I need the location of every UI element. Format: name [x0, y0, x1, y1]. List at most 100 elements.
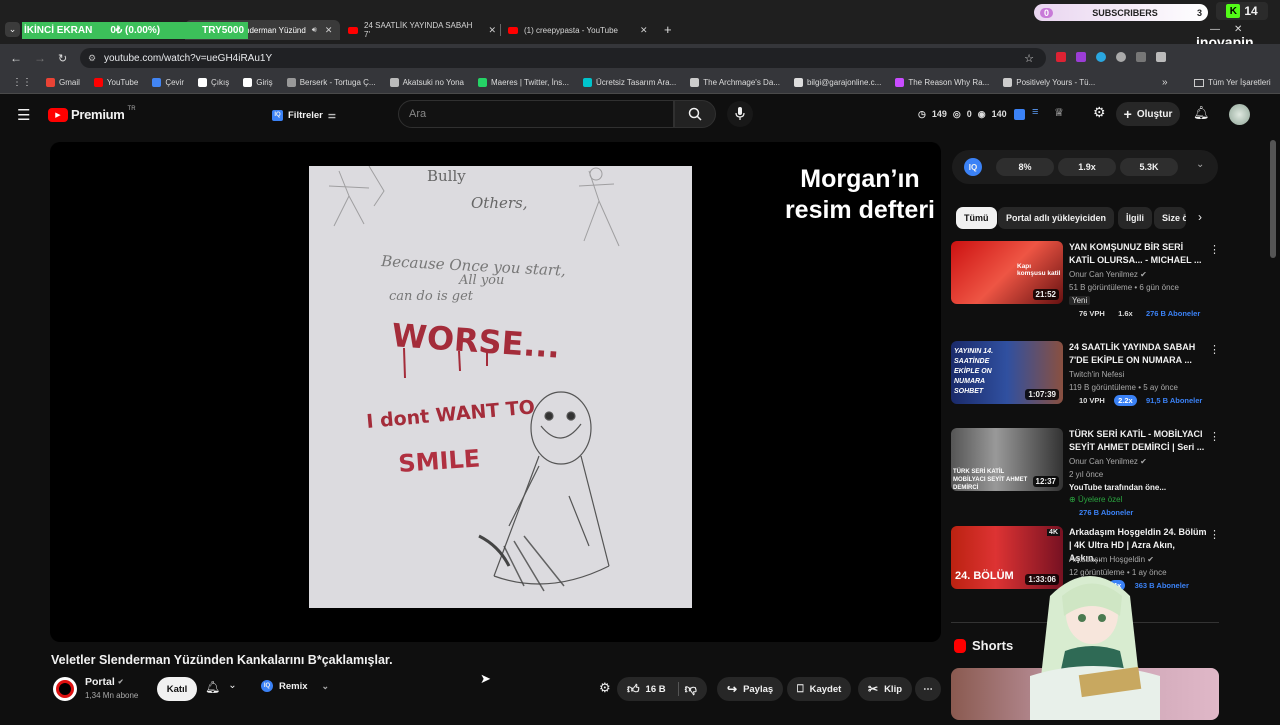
- recommendation-channel[interactable]: Onur Can Yenilmez ✔: [1069, 457, 1147, 466]
- video-player[interactable]: Bully Others, Because Once you start, Al…: [50, 142, 941, 642]
- youtube-logo[interactable]: ▶ Premium TR: [48, 106, 136, 122]
- avatar[interactable]: [1229, 104, 1250, 125]
- forward-icon[interactable]: →: [34, 51, 46, 65]
- thumbs-up-icon[interactable]: 👍︎: [627, 682, 640, 697]
- apps-icon[interactable]: ⋮⋮: [12, 77, 32, 88]
- create-button[interactable]: + Oluştur: [1116, 102, 1180, 126]
- tab-3[interactable]: (1) creepypasta - YouTube ✕: [508, 20, 656, 40]
- clock-icon: ◷: [918, 109, 926, 119]
- shorts-label: Shorts: [972, 638, 1014, 653]
- video-thumbnail[interactable]: Kapı komşusu katil 21:52: [951, 241, 1063, 304]
- bookmark-item[interactable]: Gmail: [46, 78, 80, 87]
- extension-gear-icon[interactable]: ⚙: [1093, 104, 1106, 121]
- extension-icon[interactable]: [1056, 52, 1066, 62]
- bookmark-item[interactable]: Giriş: [243, 78, 273, 87]
- save-button[interactable]: ⎕ Kaydet: [787, 677, 852, 701]
- overlay-title-line2: resim defteri: [784, 196, 935, 224]
- channel-avatar[interactable]: [53, 677, 77, 701]
- extension-icon[interactable]: [1136, 52, 1146, 62]
- remix-label: Remix: [279, 680, 308, 692]
- share-button[interactable]: ↪ Paylaş: [717, 677, 784, 701]
- remix-button[interactable]: IQ Remix ⌄: [261, 680, 329, 692]
- filters-button[interactable]: IQ Filtreler ⚌: [272, 105, 336, 125]
- extensions-puzzle-icon[interactable]: [1156, 52, 1166, 62]
- recommendation-channel[interactable]: Twitch'in Nefesi: [1069, 370, 1124, 379]
- recommendation-stats: 276 B Aboneler: [1075, 508, 1140, 517]
- tab-2[interactable]: 24 SAATLİK YAYINDA SABAH 7' ✕: [348, 20, 496, 40]
- bookmark-favicon-icon: [690, 78, 700, 87]
- channel-label: Onur Can Yenilmez: [1069, 270, 1138, 279]
- url-text: youtube.com/watch?v=ueGH4iRAu1Y: [104, 52, 273, 64]
- extension-icon[interactable]: [1116, 52, 1126, 62]
- video-thumbnail[interactable]: TÜRK SERİ KATİL MOBİLYACI SEYİT AHMET DE…: [951, 428, 1063, 491]
- bookmark-item[interactable]: The Archmage's Da...: [690, 78, 780, 87]
- extension-icon[interactable]: [1076, 52, 1086, 62]
- chip-from-uploader[interactable]: Portal adlı yükleyiciden: [998, 207, 1115, 229]
- trophy-icon[interactable]: ♕: [1054, 106, 1064, 119]
- tab-close-icon[interactable]: ✕: [640, 25, 648, 36]
- back-icon[interactable]: ←: [10, 51, 22, 65]
- recommendation-channel[interactable]: Onur Can Yenilmez ✔: [1069, 270, 1147, 279]
- bookmark-item[interactable]: Maeres | Twitter, İns...: [477, 78, 569, 87]
- tab-close-icon[interactable]: ✕: [488, 25, 496, 36]
- search-input[interactable]: Ara: [398, 100, 674, 128]
- join-button[interactable]: Katıl: [157, 677, 197, 701]
- recommendation-title[interactable]: 24 SAATLİK YAYINDA SABAH 7'DE EKİPLE ON …: [1069, 341, 1209, 367]
- recommendation-title[interactable]: TÜRK SERİ KATİL - MOBİLYACI SEYİT AHMET …: [1069, 428, 1209, 454]
- tab-search-button[interactable]: ⌄: [5, 22, 20, 37]
- tab-audio-icon[interactable]: 🔊︎: [312, 25, 317, 35]
- clip-button[interactable]: ✂ Klip: [858, 677, 913, 701]
- bookmark-star-icon[interactable]: ☆: [1024, 52, 1034, 65]
- chevron-down-icon[interactable]: ⌄: [1196, 159, 1204, 170]
- more-vertical-icon[interactable]: ⋮: [1209, 430, 1220, 443]
- url-field[interactable]: ⚙ youtube.com/watch?v=ueGH4iRAu1Y ☆: [80, 48, 1046, 68]
- notification-bell-button[interactable]: 🔔︎ ⌄: [205, 680, 237, 694]
- video-thumbnail[interactable]: YAYININ 14. SAATİNDE EKİPLE ON NUMARA SO…: [951, 341, 1063, 404]
- menu-icon[interactable]: ☰: [17, 106, 30, 124]
- recommendation-item[interactable]: TÜRK SERİ KATİL MOBİLYACI SEYİT AHMET DE…: [951, 428, 1221, 517]
- site-info-icon[interactable]: ⚙: [88, 53, 96, 64]
- like-dislike-button[interactable]: 👍︎ 16 B 👎︎: [617, 677, 707, 701]
- bookmark-item[interactable]: The Reason Why Ra...: [895, 78, 989, 87]
- bookmark-item[interactable]: Çıkış: [198, 78, 229, 87]
- notifications-bell-icon[interactable]: 🔔︎: [1193, 105, 1210, 121]
- bookmarks-overflow-icon[interactable]: »: [1162, 77, 1168, 88]
- thumbs-down-icon[interactable]: 👎︎: [685, 682, 697, 697]
- extension-icon[interactable]: [1096, 52, 1106, 62]
- chip-for-you[interactable]: Size ö: [1154, 207, 1186, 229]
- bookmark-item[interactable]: Akatsuki no Yona: [389, 78, 464, 87]
- youtube-favicon-icon: [508, 26, 518, 34]
- recommendation-channel[interactable]: Arkadaşım Hoşgeldin ✔: [1069, 555, 1154, 564]
- bookmark-item[interactable]: Positively Yours - Tü...: [1003, 78, 1095, 87]
- more-vertical-icon[interactable]: ⋮: [1209, 243, 1220, 256]
- chevron-down-icon: ⌄: [321, 680, 330, 691]
- recommendation-title[interactable]: YAN KOMŞUNUZ BİR SERİ KATİL OLURSA... - …: [1069, 241, 1209, 267]
- channel-name[interactable]: Portal ✔: [85, 676, 124, 688]
- bookmark-item[interactable]: Çevir: [152, 78, 184, 87]
- recommendation-item[interactable]: Kapı komşusu katil 21:52 YAN KOMŞUNUZ Bİ…: [951, 241, 1221, 321]
- tab-close-icon[interactable]: ✕: [325, 25, 333, 36]
- new-tab-button[interactable]: +: [664, 22, 672, 37]
- chip-all[interactable]: Tümü: [956, 207, 997, 229]
- all-bookmarks[interactable]: Tüm Yer İşaretleri: [1194, 78, 1271, 87]
- recommendation-item[interactable]: YAYININ 14. SAATİNDE EKİPLE ON NUMARA SO…: [951, 341, 1221, 421]
- bookmark-item[interactable]: Berserk - Tortuga Ç...: [286, 78, 376, 87]
- more-vertical-icon[interactable]: ⋮: [1209, 343, 1220, 356]
- bookmark-item[interactable]: Ücretsiz Tasarım Ara...: [582, 78, 676, 87]
- voice-search-button[interactable]: [727, 101, 753, 127]
- more-actions-button[interactable]: ⋯: [915, 677, 941, 701]
- bookmark-item[interactable]: bilgi@garajonline.c...: [793, 78, 881, 87]
- scrollbar-thumb[interactable]: [1270, 140, 1276, 258]
- reload-icon[interactable]: ↻: [58, 52, 67, 65]
- iq-toggle-icon[interactable]: [1014, 109, 1025, 120]
- bookmark-label: Çevir: [165, 78, 184, 87]
- search-button[interactable]: [674, 100, 716, 128]
- chips-next-icon[interactable]: ›: [1198, 210, 1202, 224]
- like-count: 16 B: [645, 683, 666, 695]
- members-only-badge: ⊕ Üyelere özel: [1069, 495, 1122, 504]
- chip-related[interactable]: İlgili: [1118, 207, 1152, 229]
- list-icon[interactable]: ≡: [1032, 106, 1038, 118]
- bookmark-item[interactable]: YouTube: [93, 78, 138, 87]
- extension-gear-icon[interactable]: ⚙: [599, 680, 611, 696]
- more-vertical-icon[interactable]: ⋮: [1209, 528, 1220, 541]
